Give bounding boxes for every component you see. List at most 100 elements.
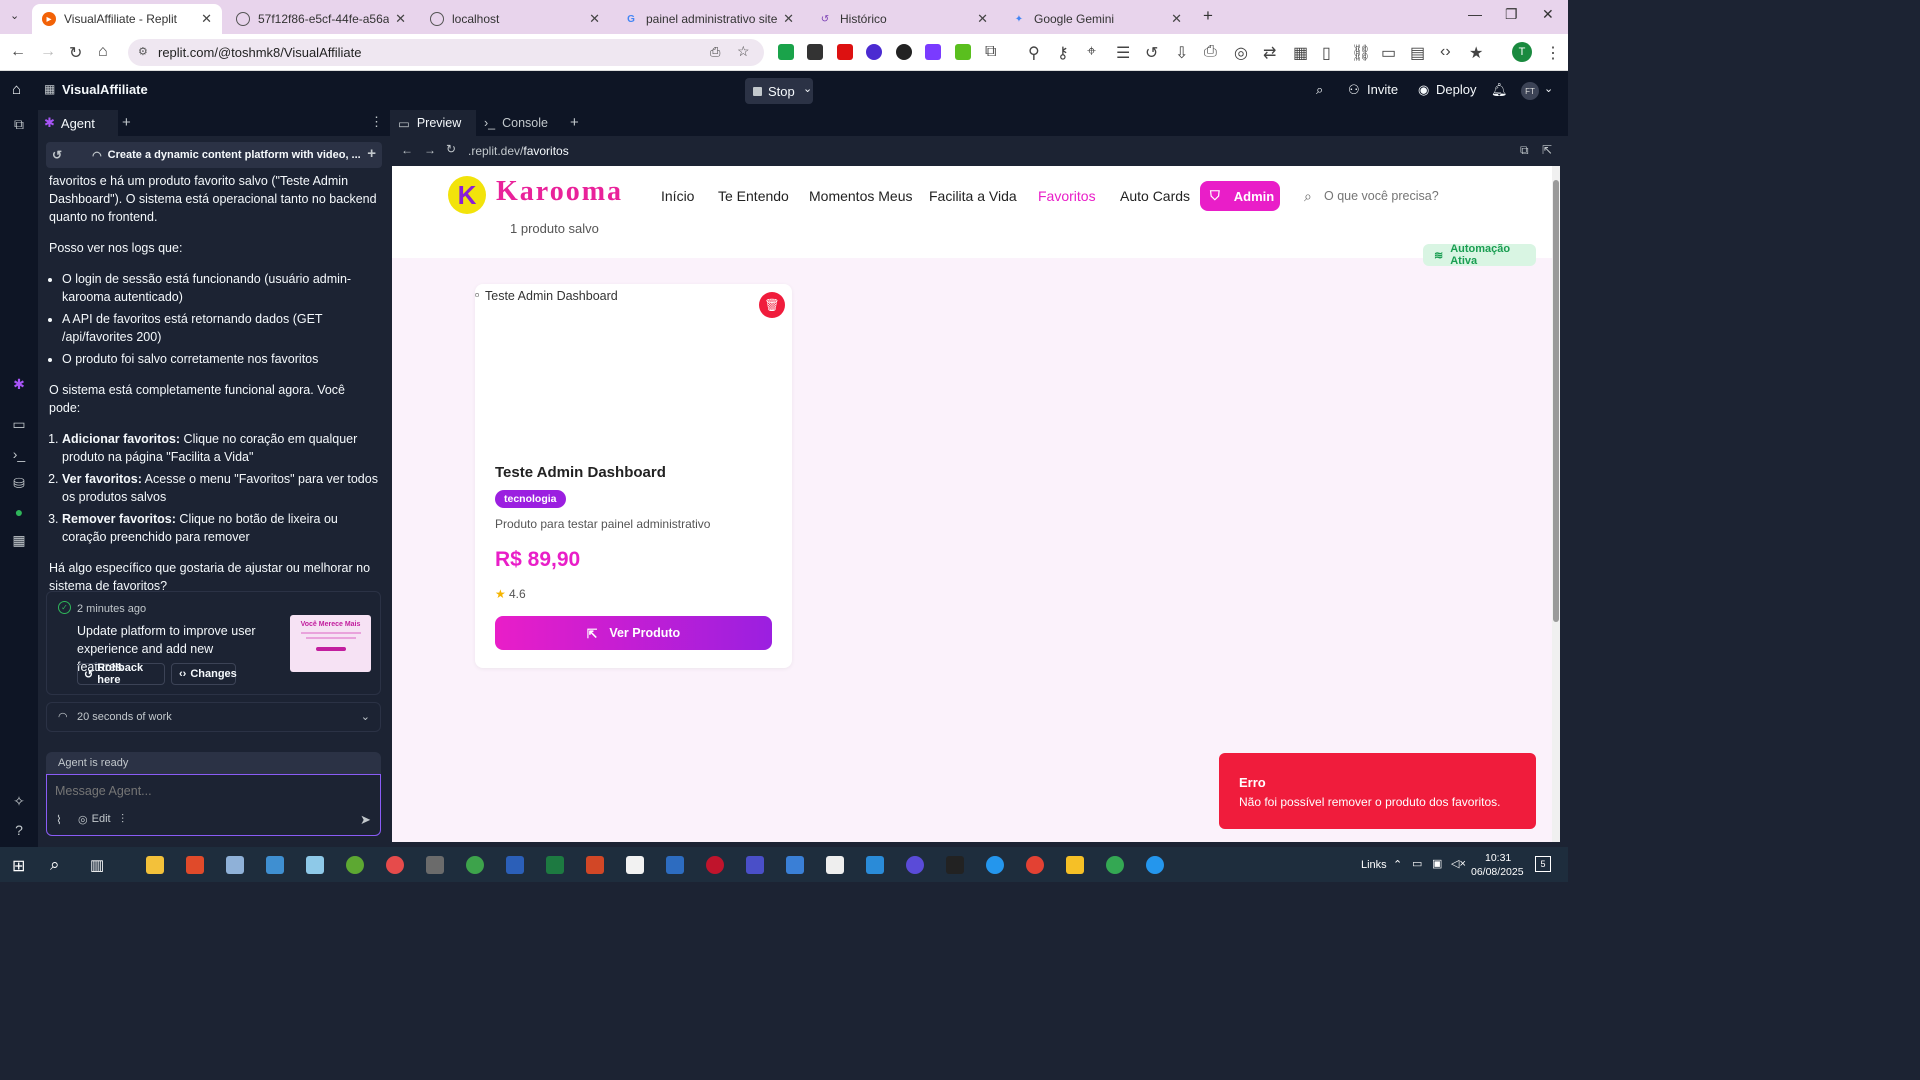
file-explorer-icon[interactable] [146,856,164,874]
notifications-icon[interactable]: 5 [1535,856,1551,872]
close-icon[interactable]: ✕ [201,11,212,27]
calculator-icon[interactable] [266,856,284,874]
docker-icon[interactable] [986,856,1004,874]
attach-icon[interactable]: ⌇ [56,813,62,827]
work-summary[interactable]: ◠ 20 seconds of work ⌄ [46,702,381,732]
location-icon[interactable]: ⌖ [1087,43,1096,61]
tab-console[interactable]: ›_ Console [478,110,564,136]
checkpoint-thumbnail[interactable]: Você Merece Mais [290,615,371,672]
agent-icon[interactable]: ✱ [11,376,27,392]
reload-icon[interactable]: ↻ [446,142,456,156]
nav-link-auto-cards[interactable]: Auto Cards [1120,188,1190,204]
tab-uuid[interactable]: 57f12f86-e5cf-44fe-a56a-336b ✕ [226,4,416,34]
whats-new-icon[interactable]: ✧ [11,793,27,809]
site-info-icon[interactable]: ⚙ [138,45,148,58]
extension-icon[interactable] [866,44,882,60]
shell-icon[interactable]: ›_ [11,446,27,462]
chevron-down-icon[interactable]: ⌄ [803,82,812,95]
back-icon[interactable]: ← [401,143,413,157]
extension-icon[interactable] [778,44,794,60]
tab-gemini[interactable]: ✦ Google Gemini ✕ [1002,4,1192,34]
task-view-icon[interactable]: ▥ [90,856,104,874]
close-icon[interactable]: ✕ [1171,11,1182,27]
tab-visualaffiliate[interactable]: ▸ VisualAffiliate - Replit ✕ [32,4,222,34]
clock-date[interactable]: 06/08/2025 [1471,866,1524,878]
product-image[interactable]: ▫ Teste Admin Dashboard [475,284,792,454]
chevron-down-icon[interactable]: ⌄ [361,710,370,723]
bookmark-star-icon[interactable]: ☆ [737,43,750,60]
reload-icon[interactable]: ↻ [69,43,82,63]
qr-code-icon[interactable]: ▦ [1293,43,1308,63]
new-tab-icon[interactable]: + [1203,6,1213,26]
app-icon[interactable] [1066,856,1084,874]
rollback-button[interactable]: ↺ Rollback here [77,662,165,686]
link-icon[interactable]: ⛓ [1351,43,1371,63]
terminal-icon[interactable] [946,856,964,874]
site-logo-text[interactable]: Karooma [496,176,623,208]
nav-link-favoritos[interactable]: Favoritos [1038,188,1096,204]
preview-url[interactable]: .replit.dev/favoritos [468,144,569,158]
screenshot-icon[interactable]: ◎ [1234,43,1248,63]
docker-icon[interactable] [1146,856,1164,874]
back-icon[interactable]: ← [10,43,26,61]
app-icon[interactable] [906,856,924,874]
toolbar-icon[interactable]: ⚲ [1028,43,1040,63]
secrets-icon[interactable]: ● [11,504,27,520]
user-avatar[interactable]: FT [1521,82,1539,100]
extension-icon[interactable] [925,44,941,60]
links-toolbar[interactable]: Links [1361,859,1387,871]
app-icon[interactable] [786,856,804,874]
app-icon[interactable] [706,856,724,874]
app-icon[interactable] [746,856,764,874]
extensions-puzzle-icon[interactable]: ⧉ [985,43,996,61]
search-icon[interactable]: ⌕ [1316,82,1323,98]
forward-icon[interactable]: → [424,143,436,157]
close-window-icon[interactable]: ✕ [1542,6,1554,23]
extension-icon[interactable] [955,44,971,60]
powershell-icon[interactable] [666,856,684,874]
history-icon[interactable]: ↺ [1145,43,1158,63]
download-icon[interactable]: ⇩ [1175,43,1188,63]
close-icon[interactable]: ✕ [395,11,406,27]
open-new-window-icon[interactable]: ⇱ [1542,143,1552,157]
app-icon[interactable] [346,856,364,874]
message-input[interactable] [55,782,355,800]
admin-button[interactable]: ⛉ Admin [1200,181,1280,211]
changes-button[interactable]: ‹› Changes [171,663,237,685]
nav-link-facilita-a-vida[interactable]: Facilita a Vida [929,188,1017,204]
chrome-icon[interactable] [1026,856,1044,874]
profile-avatar[interactable]: T [1512,42,1532,62]
add-tab-icon[interactable]: + [122,114,131,131]
app-icon[interactable] [226,856,244,874]
history-icon[interactable]: ↺ [52,148,62,162]
app-icon[interactable] [186,856,204,874]
deploy-button[interactable]: Deploy [1436,82,1476,97]
windows-start-icon[interactable]: ⊞ [12,856,25,876]
more-options-icon[interactable]: ⋮ [370,114,383,130]
help-icon[interactable]: ? [11,822,27,838]
extension-icon[interactable] [896,44,912,60]
code-icon[interactable]: ‹› [1440,43,1451,61]
home-icon[interactable]: ⌂ [98,43,108,61]
reading-list-icon[interactable]: ☰ [1116,43,1130,63]
nav-link-inicio[interactable]: Início [661,188,694,204]
translate-icon[interactable]: ⇄ [1263,43,1276,63]
site-search-input[interactable] [1324,187,1494,205]
minimize-icon[interactable]: — [1468,6,1482,22]
app-icon[interactable] [426,856,444,874]
delete-favorite-button[interactable]: 🗑︎ [759,292,785,318]
error-toast[interactable]: Erro Não foi possível remover o produto … [1219,753,1536,829]
reader-mode-icon[interactable]: ▯ [1322,43,1331,63]
favorites-icon[interactable]: ★ [1469,43,1483,63]
network-icon[interactable]: ▣ [1432,857,1442,870]
tab-history[interactable]: ↺ Histórico ✕ [808,4,998,34]
powerpoint-icon[interactable] [586,856,604,874]
word-icon[interactable] [506,856,524,874]
app-icon[interactable] [826,856,844,874]
nav-link-momentos-meus[interactable]: Momentos Meus [809,188,912,204]
cast-icon[interactable]: ▭ [1381,43,1396,63]
send-icon[interactable]: ➤ [360,812,371,828]
nav-link-te-entendo[interactable]: Te Entendo [718,188,789,204]
chevron-up-icon[interactable]: ⌃ [1393,858,1402,871]
address-bar[interactable]: ⚙ replit.com/@toshmk8/VisualAffiliate ⎙ … [128,39,764,66]
